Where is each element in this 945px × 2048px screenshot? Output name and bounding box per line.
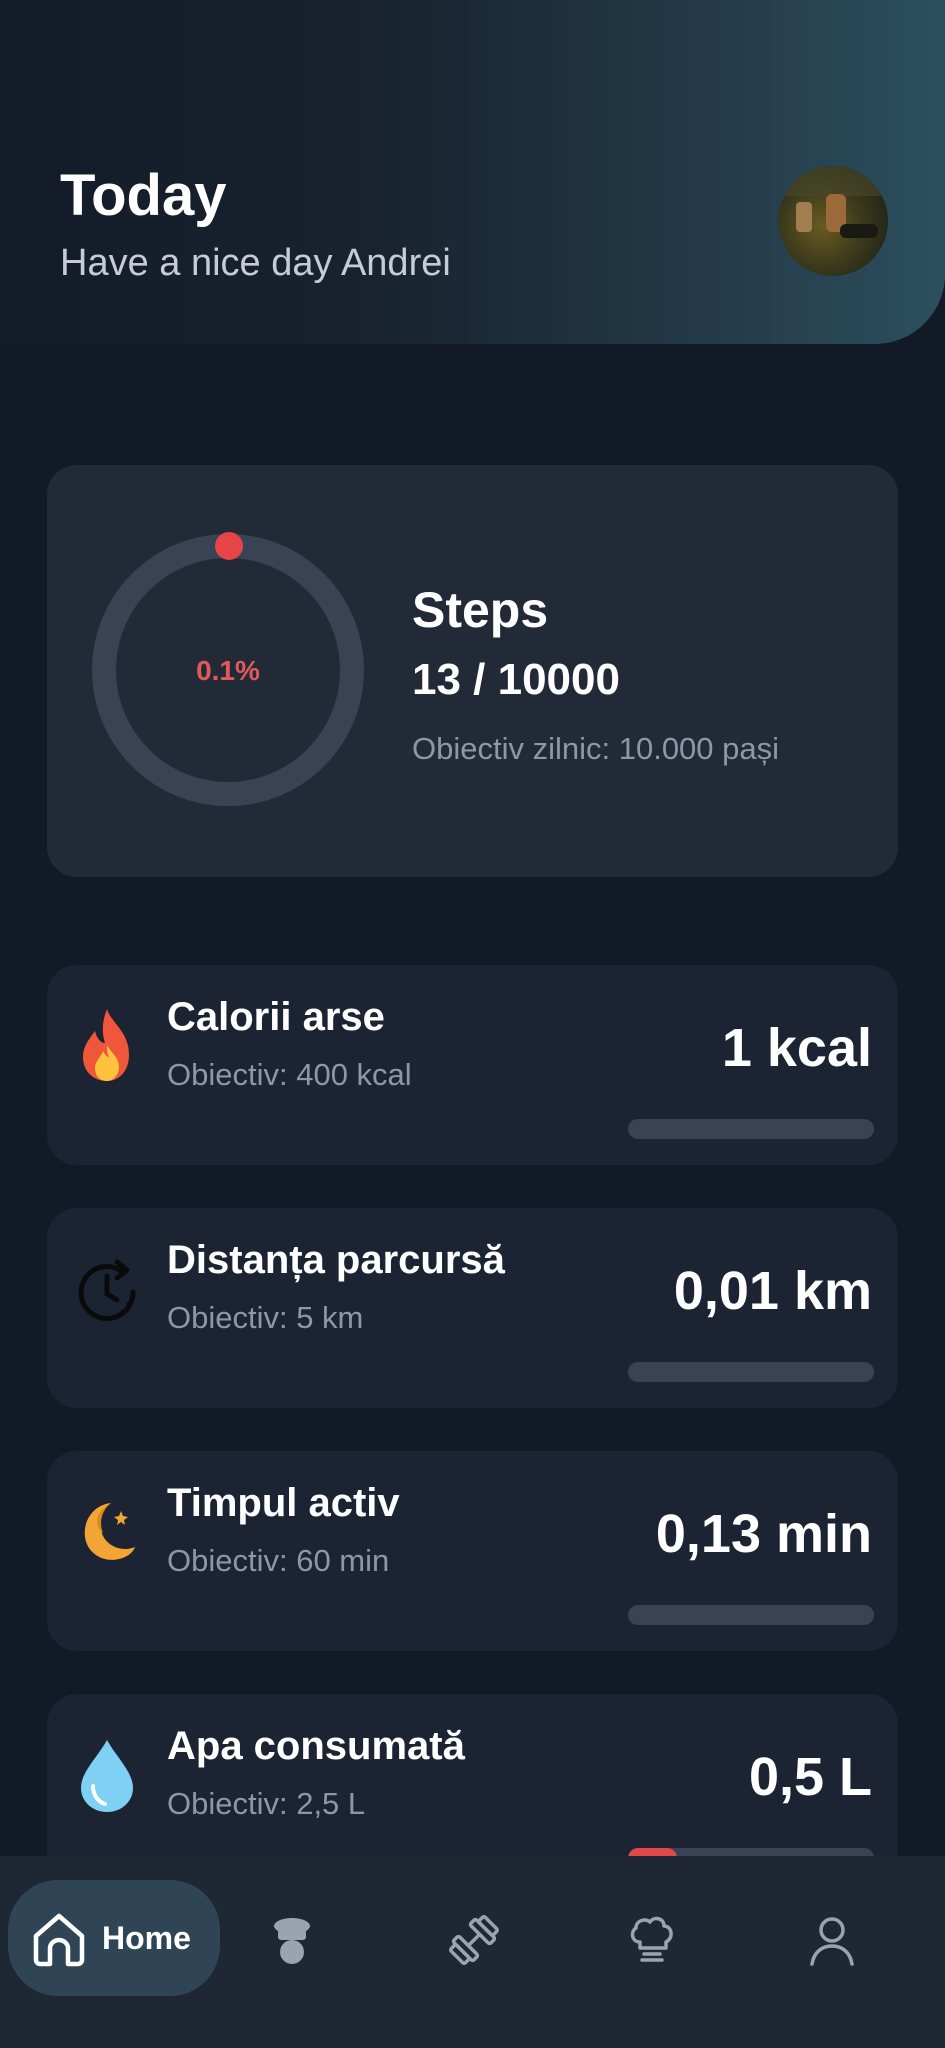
moon-icon — [84, 1503, 135, 1560]
fire-icon — [83, 1009, 129, 1081]
steps-title: Steps — [412, 582, 549, 638]
dumbbell-icon[interactable] — [446, 1912, 502, 1968]
distance-card[interactable]: Distanța parcursă Obiectiv: 5 km 0,01 km — [47, 1208, 898, 1408]
steps-percent: 0.1% — [196, 655, 260, 686]
stat-title: Timpul activ — [167, 1481, 400, 1525]
page-title: Today — [60, 163, 227, 228]
greeting-text: Have a nice day Andrei — [60, 242, 451, 284]
stat-title: Calorii arse — [167, 995, 385, 1039]
chef-hat-icon[interactable] — [624, 1912, 680, 1968]
chef-icon[interactable] — [264, 1912, 320, 1968]
stat-value: 0,5 L — [748, 1747, 872, 1807]
stat-title: Apa consumată — [167, 1724, 465, 1768]
stat-progress-bar — [628, 1362, 874, 1382]
stat-goal: Obiectiv: 2,5 L — [167, 1786, 366, 1821]
calories-card[interactable]: Calorii arse Obiectiv: 400 kcal 1 kcal — [47, 965, 898, 1165]
stat-value: 0,01 km — [673, 1261, 872, 1321]
user-icon[interactable] — [804, 1912, 860, 1968]
header: Today Have a nice day Andrei — [0, 0, 945, 344]
steps-progress-dot — [215, 532, 244, 560]
home-screen: Today Have a nice day Andrei 0.1% Steps … — [0, 0, 945, 2048]
active-time-card[interactable]: Timpul activ Obiectiv: 60 min 0,13 min — [47, 1451, 898, 1651]
steps-goal: Obiectiv zilnic: 10.000 pași — [412, 731, 780, 766]
stat-value: 1 kcal — [721, 1018, 872, 1078]
home-icon — [33, 1913, 85, 1967]
nav-home-label: Home — [102, 1920, 191, 1956]
stat-value: 0,13 min — [655, 1504, 872, 1564]
stat-goal: Obiectiv: 5 km — [167, 1300, 364, 1335]
nav-home-tab[interactable]: Home — [8, 1880, 220, 1996]
stat-title: Distanța parcursă — [167, 1238, 505, 1282]
bottom-navigation: Home — [0, 1856, 945, 2048]
stat-progress-bar — [628, 1605, 874, 1625]
avatar[interactable] — [778, 166, 888, 276]
clock-icon — [78, 1259, 136, 1321]
steps-count: 13 / 10000 — [412, 655, 620, 704]
stat-goal: Obiectiv: 400 kcal — [167, 1057, 412, 1092]
stat-goal: Obiectiv: 60 min — [167, 1543, 390, 1578]
steps-card[interactable]: 0.1% Steps 13 / 10000 Obiectiv zilnic: 1… — [47, 465, 898, 877]
stat-progress-bar — [628, 1119, 874, 1139]
water-drop-icon — [81, 1740, 133, 1812]
